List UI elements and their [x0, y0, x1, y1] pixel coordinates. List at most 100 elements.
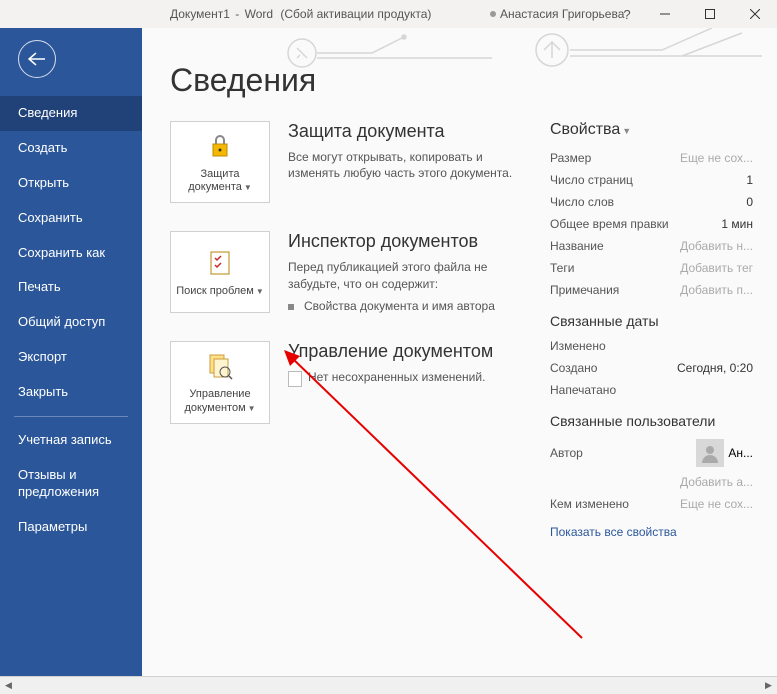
- scroll-track[interactable]: [17, 677, 760, 694]
- doc-name: Документ1: [170, 7, 230, 21]
- prop-row: Число слов 0: [550, 195, 753, 209]
- prop-edittime-value: 1 мин: [721, 217, 753, 231]
- prop-edittime-label: Общее время правки: [550, 217, 669, 231]
- bullet-icon: [288, 304, 294, 310]
- chevron-down-icon: ▼: [248, 404, 256, 413]
- minimize-button[interactable]: [642, 0, 687, 28]
- doc-icon: [288, 371, 302, 387]
- manage-document-button[interactable]: Управление документом▼: [170, 341, 270, 423]
- related-dates-heading: Связанные даты: [550, 313, 753, 329]
- prop-modified-label: Изменено: [550, 339, 606, 353]
- nav-options[interactable]: Параметры: [0, 510, 142, 545]
- maximize-icon: [705, 9, 715, 19]
- prop-tags-value[interactable]: Добавить тег: [680, 261, 753, 275]
- nav-save-as[interactable]: Сохранить как: [0, 236, 142, 271]
- nav-save[interactable]: Сохранить: [0, 201, 142, 236]
- manage-section: Управление документом▼ Управление докуме…: [170, 341, 530, 423]
- titlebar-user[interactable]: Анастасия Григорьева: [490, 7, 624, 21]
- nav-export[interactable]: Экспорт: [0, 340, 142, 375]
- inspect-section: Поиск проблем▼ Инспектор документов Пере…: [170, 231, 530, 313]
- protect-section: Защита документа▼ Защита документа Все м…: [170, 121, 530, 203]
- prop-row: Число страниц 1: [550, 173, 753, 187]
- scroll-right-button[interactable]: ▶: [760, 677, 777, 694]
- prop-created-value: Сегодня, 0:20: [677, 361, 753, 375]
- nav-share[interactable]: Общий доступ: [0, 305, 142, 340]
- checklist-icon: [204, 247, 236, 279]
- prop-title-value[interactable]: Добавить н...: [680, 239, 753, 253]
- prop-comments-label: Примечания: [550, 283, 619, 297]
- titlebar-title: Документ1 - Word (Сбой активации продукт…: [170, 7, 431, 21]
- user-name: Анастасия Григорьева: [500, 7, 624, 21]
- close-icon: [750, 9, 760, 19]
- nav-info[interactable]: Сведения: [0, 96, 142, 131]
- page-title: Сведения: [170, 62, 753, 99]
- check-issues-button[interactable]: Поиск проблем▼: [170, 231, 270, 313]
- manage-desc: Нет несохраненных изменений.: [308, 369, 485, 386]
- related-users-heading: Связанные пользователи: [550, 413, 753, 429]
- lock-icon: [204, 130, 236, 162]
- scroll-left-button[interactable]: ◀: [0, 677, 17, 694]
- minimize-icon: [660, 9, 670, 19]
- account-dot-icon: [490, 11, 496, 17]
- prop-tags-label: Теги: [550, 261, 574, 275]
- nav-new[interactable]: Создать: [0, 131, 142, 166]
- prop-comments-value[interactable]: Добавить п...: [680, 283, 753, 297]
- prop-pages-value: 1: [746, 173, 753, 187]
- protect-title: Защита документа: [288, 121, 530, 143]
- nav-print[interactable]: Печать: [0, 270, 142, 305]
- add-author[interactable]: Добавить а...: [680, 475, 753, 489]
- prop-words-label: Число слов: [550, 195, 614, 209]
- chevron-down-icon: ▼: [244, 183, 252, 192]
- backstage-sidebar: Сведения Создать Открыть Сохранить Сохра…: [0, 28, 142, 676]
- prop-row: Автор Ан...: [550, 439, 753, 467]
- nav-close[interactable]: Закрыть: [0, 375, 142, 410]
- prop-modifiedby-label: Кем изменено: [550, 497, 629, 511]
- prop-row: Размер Еще не сох...: [550, 151, 753, 165]
- chevron-down-icon: ▼: [256, 287, 264, 296]
- nav-open[interactable]: Открыть: [0, 166, 142, 201]
- content-area: Сведения Защита документа▼ Защита докуме…: [142, 28, 777, 676]
- prop-row: Примечания Добавить п...: [550, 283, 753, 297]
- avatar-icon: [696, 439, 724, 467]
- inspect-btn-label: Поиск проблем: [176, 285, 254, 297]
- prop-size-value: Еще не сох...: [680, 151, 753, 165]
- manage-btn-label: Управление документом: [184, 388, 250, 413]
- inspect-bullet: Свойства документа и имя автора: [288, 299, 530, 313]
- prop-row: Кем измененоЕще не сох...: [550, 497, 753, 511]
- inspect-title: Инспектор документов: [288, 231, 530, 253]
- manage-title: Управление документом: [288, 341, 530, 363]
- properties-heading[interactable]: Свойства▼: [550, 121, 753, 139]
- prop-words-value: 0: [746, 195, 753, 209]
- maximize-button[interactable]: [687, 0, 732, 28]
- prop-row: Название Добавить н...: [550, 239, 753, 253]
- horizontal-scrollbar[interactable]: ◀ ▶: [0, 676, 777, 694]
- back-button[interactable]: [18, 40, 56, 78]
- protect-document-button[interactable]: Защита документа▼: [170, 121, 270, 203]
- protect-btn-label: Защита документа: [188, 168, 242, 193]
- prop-row: Напечатано: [550, 383, 753, 397]
- nav-account[interactable]: Учетная запись: [0, 423, 142, 458]
- chevron-down-icon: ▼: [622, 126, 631, 136]
- protect-desc: Все могут открывать, копировать и изменя…: [288, 149, 530, 183]
- nav-divider: [14, 416, 128, 417]
- manage-doc-icon: [204, 350, 236, 382]
- prop-row: Общее время правки 1 мин: [550, 217, 753, 231]
- prop-size-label: Размер: [550, 151, 591, 165]
- author-value[interactable]: Ан...: [696, 439, 753, 467]
- prop-title-label: Название: [550, 239, 604, 253]
- prop-row: Изменено: [550, 339, 753, 353]
- close-button[interactable]: [732, 0, 777, 28]
- nav-feedback[interactable]: Отзывы и предложения: [0, 458, 142, 510]
- prop-row: Теги Добавить тег: [550, 261, 753, 275]
- activation-status: (Сбой активации продукта): [280, 7, 431, 21]
- back-arrow-icon: [28, 52, 46, 66]
- help-button[interactable]: ?: [612, 7, 642, 22]
- prop-pages-label: Число страниц: [550, 173, 633, 187]
- prop-created-label: Создано: [550, 361, 597, 375]
- inspect-desc: Перед публикацией этого файла не забудьт…: [288, 259, 530, 293]
- prop-printed-label: Напечатано: [550, 383, 616, 397]
- prop-author-label: Автор: [550, 446, 583, 460]
- app-name: Word: [245, 7, 273, 21]
- show-all-properties[interactable]: Показать все свойства: [550, 525, 753, 539]
- properties-panel: Свойства▼ Размер Еще не сох... Число стра…: [550, 121, 753, 539]
